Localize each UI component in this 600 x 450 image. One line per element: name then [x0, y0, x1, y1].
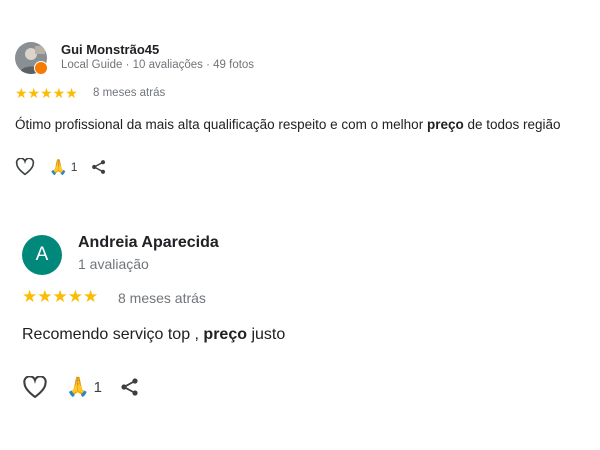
- review-actions: 🙏 1: [22, 375, 140, 399]
- reviewer-avatar[interactable]: A: [22, 235, 62, 275]
- review-text: Recomendo serviço top , preço justo: [22, 326, 286, 343]
- heart-icon: [23, 375, 47, 398]
- like-button[interactable]: [15, 158, 35, 176]
- helpful-button[interactable]: 🙏 1: [66, 375, 102, 399]
- reviewer-name[interactable]: Gui Monstrão45: [61, 42, 159, 57]
- local-guide-badge-icon: [34, 61, 48, 75]
- share-button[interactable]: [120, 377, 140, 397]
- review-text: Ótimo profissional da mais alta qualific…: [15, 117, 561, 132]
- helpful-button[interactable]: 🙏 1: [49, 158, 77, 176]
- reviewer-name[interactable]: Andreia Aparecida: [78, 234, 219, 252]
- share-button[interactable]: [91, 159, 107, 175]
- praying-hands-icon: 🙏: [66, 377, 90, 398]
- share-icon: [92, 160, 106, 174]
- heart-icon: [15, 158, 35, 176]
- share-icon: [121, 378, 138, 396]
- like-button[interactable]: [22, 375, 48, 399]
- star-rating: ★★★★★: [15, 85, 78, 101]
- highlight-keyword: preço: [203, 326, 247, 343]
- review-date: 8 meses atrás: [118, 290, 206, 306]
- helpful-count: 1: [70, 160, 78, 174]
- reviewer-meta: Local Guide · 10 avaliações · 49 fotos: [61, 59, 255, 71]
- star-rating: ★★★★★: [22, 287, 99, 306]
- helpful-count: 1: [93, 378, 103, 396]
- praying-hands-icon: 🙏: [49, 159, 68, 176]
- review-date: 8 meses atrás: [93, 87, 166, 99]
- highlight-keyword: preço: [426, 117, 464, 132]
- reviewer-meta: 1 avaliação: [78, 256, 149, 272]
- review-actions: 🙏 1: [15, 158, 107, 176]
